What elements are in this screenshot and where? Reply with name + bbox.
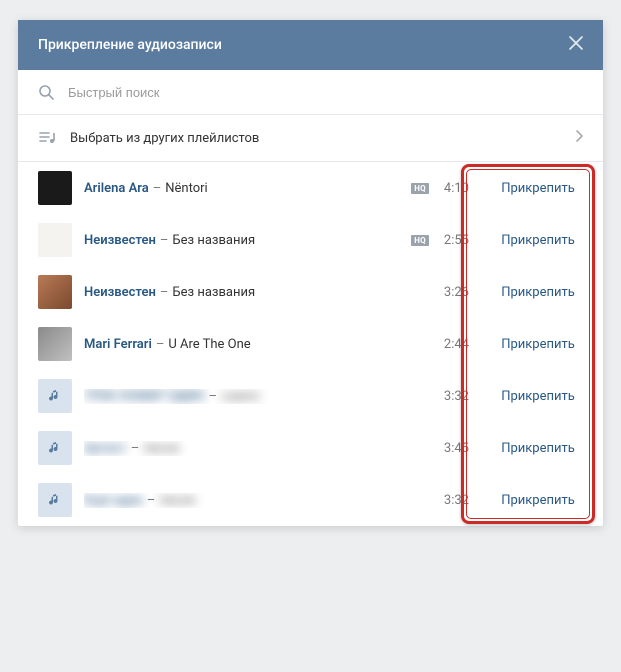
track-row[interactable]: Mari Ferrari – U Are The One2:44Прикрепи… bbox=[18, 318, 603, 370]
modal-title: Прикрепление аудиозаписи bbox=[38, 37, 222, 53]
track-artist: Mari Ferrari bbox=[84, 337, 152, 352]
track-info: ТРЕК НОМЕР ОДИН – сэмпл bbox=[84, 389, 437, 404]
track-separator: – bbox=[160, 285, 169, 300]
search-input[interactable] bbox=[68, 85, 583, 100]
track-info: Ещё один – песня bbox=[84, 493, 437, 508]
track-separator: – bbox=[156, 337, 165, 352]
track-artist: Ещё один bbox=[84, 493, 143, 508]
track-cover bbox=[38, 379, 72, 413]
track-info: Mari Ferrari – U Are The One bbox=[84, 337, 437, 352]
track-artist: Неизвестен bbox=[84, 233, 156, 248]
track-row[interactable]: Артист – песня3:45Прикрепить bbox=[18, 422, 603, 474]
track-info: Arilena Ara – Nëntori bbox=[84, 181, 411, 196]
track-list-wrap: Arilena Ara – NëntoriHQ4:10ПрикрепитьНеи… bbox=[18, 162, 603, 526]
playlist-icon bbox=[38, 129, 56, 147]
track-title: песня bbox=[159, 493, 195, 508]
track-cover bbox=[38, 431, 72, 465]
choose-playlist-row[interactable]: Выбрать из других плейлистов bbox=[18, 115, 603, 162]
hq-badge: HQ bbox=[411, 183, 429, 194]
attach-button[interactable]: Прикрепить bbox=[493, 233, 583, 248]
track-info: Неизвестен – Без названия bbox=[84, 285, 437, 300]
track-title: сэмпл bbox=[221, 389, 259, 404]
attach-button[interactable]: Прикрепить bbox=[493, 389, 583, 404]
track-row[interactable]: Неизвестен – Без названияHQ2:55Прикрепит… bbox=[18, 214, 603, 266]
track-duration: 2:44 bbox=[437, 337, 469, 352]
track-title: песня bbox=[143, 441, 179, 456]
track-duration: 3:32 bbox=[437, 493, 469, 508]
track-duration: 2:55 bbox=[437, 233, 469, 248]
track-duration: 3:45 bbox=[437, 441, 469, 456]
track-cover bbox=[38, 171, 72, 205]
attach-button[interactable]: Прикрепить bbox=[493, 181, 583, 196]
track-cover bbox=[38, 483, 72, 517]
track-separator: – bbox=[153, 181, 162, 196]
track-artist: Неизвестен bbox=[84, 285, 156, 300]
track-separator: – bbox=[147, 493, 156, 508]
track-separator: – bbox=[160, 233, 169, 248]
track-cover bbox=[38, 327, 72, 361]
track-row[interactable]: Arilena Ara – NëntoriHQ4:10Прикрепить bbox=[18, 162, 603, 214]
chevron-right-icon bbox=[575, 130, 583, 146]
attach-button[interactable]: Прикрепить bbox=[493, 493, 583, 508]
track-artist: Arilena Ara bbox=[84, 181, 149, 196]
close-icon[interactable] bbox=[569, 36, 583, 54]
track-title: Nëntori bbox=[165, 181, 207, 196]
attach-audio-modal: Прикрепление аудиозаписи Выбрать из друг… bbox=[18, 20, 603, 526]
track-row[interactable]: Ещё один – песня3:32Прикрепить bbox=[18, 474, 603, 526]
search-icon bbox=[38, 84, 54, 100]
track-duration: 4:10 bbox=[437, 181, 469, 196]
track-list[interactable]: Arilena Ara – NëntoriHQ4:10ПрикрепитьНеи… bbox=[18, 162, 603, 526]
track-artist: ТРЕК НОМЕР ОДИН bbox=[84, 389, 205, 404]
hq-badge: HQ bbox=[411, 235, 429, 246]
track-title: Без названия bbox=[172, 285, 255, 300]
track-duration: 3:26 bbox=[437, 285, 469, 300]
track-row[interactable]: ТРЕК НОМЕР ОДИН – сэмпл3:32Прикрепить bbox=[18, 370, 603, 422]
attach-button[interactable]: Прикрепить bbox=[493, 285, 583, 300]
choose-playlist-label: Выбрать из других плейлистов bbox=[70, 131, 575, 146]
track-duration: 3:32 bbox=[437, 389, 469, 404]
track-row[interactable]: Неизвестен – Без названия3:26Прикрепить bbox=[18, 266, 603, 318]
attach-button[interactable]: Прикрепить bbox=[493, 337, 583, 352]
track-artist: Артист bbox=[84, 441, 127, 456]
track-separator: – bbox=[209, 389, 218, 404]
track-cover bbox=[38, 275, 72, 309]
track-title: U Are The One bbox=[168, 337, 250, 352]
track-cover bbox=[38, 223, 72, 257]
search-row bbox=[18, 70, 603, 115]
track-title: Без названия bbox=[172, 233, 255, 248]
attach-button[interactable]: Прикрепить bbox=[493, 441, 583, 456]
track-info: Артист – песня bbox=[84, 441, 437, 456]
track-info: Неизвестен – Без названия bbox=[84, 233, 411, 248]
track-separator: – bbox=[131, 441, 140, 456]
modal-header: Прикрепление аудиозаписи bbox=[18, 20, 603, 70]
